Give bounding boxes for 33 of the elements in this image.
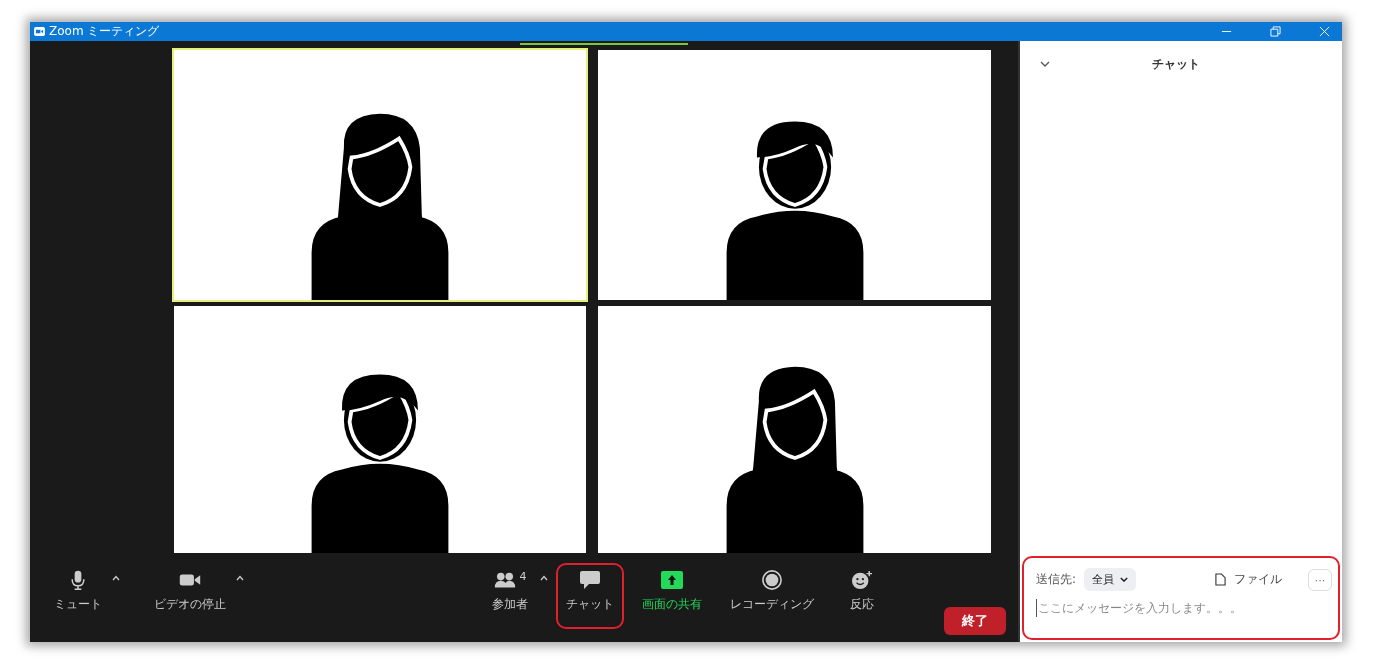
close-icon[interactable] xyxy=(1319,26,1330,37)
people-icon xyxy=(493,570,516,590)
video-tile[interactable] xyxy=(172,304,588,555)
camera-button[interactable]: ビデオの停止 xyxy=(144,563,236,620)
chat-title: チャット xyxy=(1152,55,1200,73)
caret-icon[interactable] xyxy=(540,575,548,581)
share-screen-icon xyxy=(661,570,683,590)
recipient-dropdown[interactable]: 全員 xyxy=(1084,568,1137,591)
chevron-down-icon xyxy=(1120,577,1129,582)
chevron-down-icon[interactable] xyxy=(1040,61,1050,67)
record-icon xyxy=(761,570,783,590)
more-button[interactable]: ··· xyxy=(1308,568,1332,591)
record-button[interactable]: レコーディング xyxy=(720,563,824,620)
participant-count: 4 xyxy=(519,570,527,583)
restore-icon[interactable] xyxy=(1270,26,1281,37)
recipient-label: 送信先: xyxy=(1036,571,1077,588)
caret-icon[interactable] xyxy=(112,575,120,581)
reaction-button[interactable]: 反応 xyxy=(832,563,892,620)
smiley-icon xyxy=(851,570,873,590)
video-tile[interactable] xyxy=(596,48,993,302)
view-handle[interactable] xyxy=(520,43,688,45)
chat-button[interactable]: チャット xyxy=(556,563,624,629)
document-icon xyxy=(1215,573,1226,586)
video-tile[interactable] xyxy=(596,304,993,555)
mic-button[interactable]: ミュート xyxy=(44,563,112,620)
camera-icon xyxy=(34,27,45,36)
window-title: Zoom ミーティング xyxy=(49,23,160,40)
end-button[interactable]: 終了 xyxy=(944,607,1006,635)
caret-icon[interactable] xyxy=(236,575,244,581)
share-button[interactable]: 画面の共有 xyxy=(632,563,712,620)
participants-button[interactable]: 4 参加者 xyxy=(480,563,540,620)
speech-bubble-icon xyxy=(579,570,601,590)
file-button[interactable]: ファイル xyxy=(1209,570,1288,589)
